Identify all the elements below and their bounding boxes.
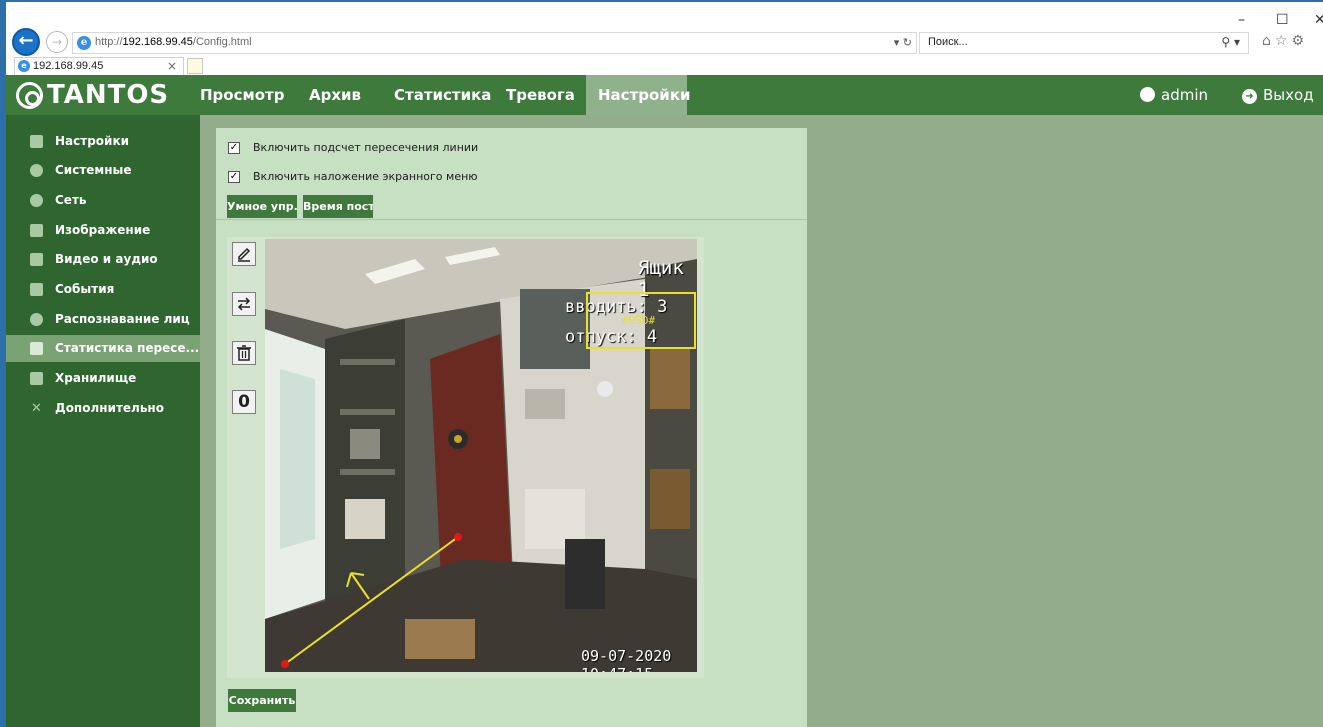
close-window-icon[interactable]: ✕ <box>1314 12 1323 28</box>
gear-icon[interactable]: ⚙ <box>1291 33 1308 49</box>
sidebar-item-advanced[interactable]: ✕ Дополнительно <box>6 395 200 422</box>
globe-icon <box>30 194 43 207</box>
sidebar-item-network[interactable]: Сеть <box>6 187 200 214</box>
osd-checkbox[interactable]: ✓ <box>228 171 240 183</box>
osd-timestamp: 09-07-2020 10:47:15 <box>581 647 672 672</box>
logout-button[interactable]: ➜ Выход <box>1242 75 1314 115</box>
browser-toolbar-icons[interactable]: ⌂☆⚙ <box>1262 33 1308 49</box>
address-bar[interactable]: e http://192.168.99.45/Config.html ▾ ↻ <box>72 32 917 54</box>
back-button[interactable]: ← <box>12 28 40 56</box>
sidebar-item-label: Распознавание лиц <box>55 312 190 326</box>
floppy-icon <box>30 372 43 385</box>
sidebar-item-label: Статистика пересе... <box>55 341 200 355</box>
smart-control-button[interactable]: Умное упр... <box>227 195 297 218</box>
pencil-icon <box>238 247 251 262</box>
swap-direction-button[interactable] <box>232 292 256 316</box>
image-icon <box>30 224 43 237</box>
schedule-button[interactable]: Время пост... <box>303 195 373 218</box>
sidebar-item-label: Сеть <box>55 193 87 207</box>
sidebar-item-label: События <box>55 282 115 296</box>
user-icon <box>1140 87 1155 102</box>
logout-label: Выход <box>1263 86 1314 104</box>
favorites-icon[interactable]: ☆ <box>1275 33 1292 49</box>
face-icon <box>30 313 43 326</box>
ie-icon: e <box>77 36 91 50</box>
forward-button[interactable]: → <box>46 31 68 53</box>
sidebar-item-line-statistics[interactable]: Статистика пересе... <box>6 335 200 362</box>
camera-video[interactable]: Ящик 1 вводить: 3 отпуск: 4 #OSD# 09-07-… <box>265 239 697 672</box>
save-button[interactable]: Сохранить <box>228 689 296 712</box>
sidebar-item-image[interactable]: Изображение <box>6 217 200 244</box>
osd-region-label: #OSD# <box>622 314 656 327</box>
refresh-icon[interactable]: ▾ ↻ <box>894 36 912 49</box>
user-menu[interactable]: admin <box>1140 75 1208 115</box>
sidebar-item-label: Дополнительно <box>55 401 164 415</box>
url-text: http://192.168.99.45/Config.html <box>95 36 252 48</box>
sidebar-item-video-audio[interactable]: Видео и аудио <box>6 246 200 273</box>
video-area: 0 Ящик 1 вводить: 3 отпуск: 4 #OSD# 09-0… <box>227 237 704 678</box>
nav-settings[interactable]: Настройки <box>586 75 691 115</box>
settings-panel: ✓ Включить подсчет пересечения линии ✓ В… <box>216 128 807 727</box>
sidebar-item-settings[interactable]: Настройки <box>6 128 200 155</box>
line-count-label: Включить подсчет пересечения линии <box>253 141 479 154</box>
bar-chart-icon <box>30 342 43 355</box>
sidebar-item-label: Изображение <box>55 223 151 237</box>
nav-statistics[interactable]: Статистика <box>382 75 503 115</box>
browser-tab[interactable]: e 192.168.99.45 × <box>14 57 184 76</box>
search-placeholder: Поиск... <box>928 36 968 48</box>
sidebar-item-storage[interactable]: Хранилище <box>6 365 200 392</box>
settings-icon <box>30 135 43 148</box>
logo: TANTOS <box>16 80 169 110</box>
draw-line-button[interactable] <box>232 242 256 266</box>
osd-region[interactable]: #OSD# <box>586 292 696 349</box>
search-input[interactable]: Поиск... ⚲ ▾ <box>919 32 1249 54</box>
info-icon <box>30 164 43 177</box>
ie-icon: e <box>18 60 30 72</box>
main-content: ✓ Включить подсчет пересечения линии ✓ В… <box>200 115 1323 727</box>
reset-count-button[interactable]: 0 <box>232 390 256 414</box>
nav-alarm[interactable]: Тревога <box>494 75 587 115</box>
nav-archive[interactable]: Архив <box>297 75 373 115</box>
nav-view[interactable]: Просмотр <box>188 75 297 115</box>
logout-icon: ➜ <box>1242 89 1257 104</box>
bell-icon <box>30 283 43 296</box>
maximize-icon[interactable]: ☐ <box>1276 12 1289 28</box>
sidebar-item-face-recognition[interactable]: Распознавание лиц <box>6 306 200 333</box>
tools-icon: ✕ <box>31 401 42 416</box>
tab-title: 192.168.99.45 <box>33 60 104 72</box>
divider <box>216 219 807 220</box>
osd-label: Включить наложение экранного меню <box>253 170 478 183</box>
home-icon[interactable]: ⌂ <box>1262 33 1275 49</box>
close-tab-icon[interactable]: × <box>167 59 177 73</box>
sidebar: Настройки Системные Сеть Изображение Вид… <box>6 115 200 727</box>
search-icon[interactable]: ⚲ ▾ <box>1221 35 1240 49</box>
sidebar-item-system[interactable]: Системные <box>6 157 200 184</box>
logo-icon <box>16 81 43 109</box>
username: admin <box>1161 86 1208 104</box>
logo-text: TANTOS <box>47 80 170 110</box>
sidebar-item-label: Настройки <box>55 134 130 148</box>
browser-chrome: – ☐ ✕ ← → e http://192.168.99.45/Config.… <box>6 2 1323 76</box>
new-tab-button[interactable] <box>187 58 203 74</box>
sidebar-item-label: Видео и аудио <box>55 252 158 266</box>
sidebar-item-events[interactable]: События <box>6 276 200 303</box>
swap-icon <box>237 297 251 311</box>
sidebar-item-label: Системные <box>55 163 132 177</box>
minimize-icon[interactable]: – <box>1238 12 1245 28</box>
sidebar-item-label: Хранилище <box>55 371 137 385</box>
delete-line-button[interactable] <box>232 341 256 365</box>
monitor-icon <box>30 253 43 266</box>
trash-icon <box>237 345 251 361</box>
line-count-checkbox[interactable]: ✓ <box>228 142 240 154</box>
app-header: TANTOS Просмотр Архив Статистика Тревога… <box>6 75 1323 115</box>
